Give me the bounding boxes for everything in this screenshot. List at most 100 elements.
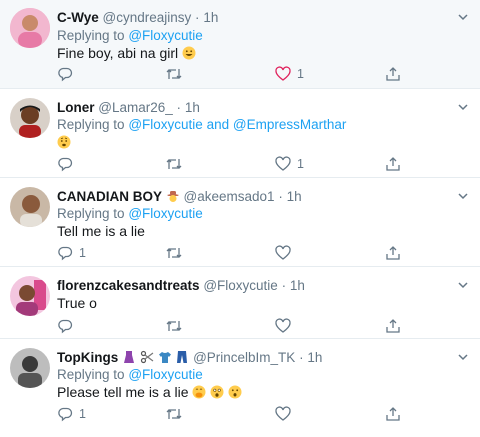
like-button[interactable]: [275, 244, 297, 262]
username[interactable]: @PrincelbIm_TK: [193, 350, 295, 365]
replying-to: Replying to @Floxycutie: [57, 367, 203, 382]
separator-dot: ·: [176, 100, 182, 115]
mention-link[interactable]: @Floxycutie: [128, 206, 202, 221]
jeans-emoji: [177, 351, 188, 363]
timestamp[interactable]: 1h: [287, 189, 302, 204]
retweet-icon: [166, 248, 182, 258]
separator-dot: ·: [281, 278, 287, 293]
tweet-header: C-Wye @cyndreajinsy · 1h: [57, 9, 218, 26]
tweet-item[interactable]: CANADIAN BOY @akeemsado1 · 1h Replying t…: [0, 178, 480, 267]
cowboy-emoji: [166, 191, 179, 202]
like-count: 1: [297, 67, 304, 81]
tweet-text: [57, 134, 71, 150]
scissors-emoji: [140, 350, 154, 364]
username[interactable]: @Floxycutie: [203, 278, 277, 293]
share-icon: [386, 157, 400, 171]
retweet-icon: [166, 69, 182, 79]
username[interactable]: @cyndreajinsy: [103, 10, 192, 25]
chevron-down-icon[interactable]: [456, 189, 470, 203]
tweet-text: Please tell me is a lie: [57, 384, 242, 400]
worried-face-emoji: [57, 135, 71, 149]
share-button[interactable]: [385, 405, 401, 423]
timestamp[interactable]: 1h: [203, 10, 218, 25]
share-button[interactable]: [385, 244, 401, 262]
retweet-button[interactable]: [165, 405, 189, 423]
replying-to-label: Replying to: [57, 28, 125, 43]
reply-button[interactable]: [57, 155, 79, 173]
reply-button[interactable]: 1: [57, 405, 86, 423]
hand-over-mouth-emoji: [192, 385, 206, 399]
like-button[interactable]: [275, 317, 297, 335]
mention-link[interactable]: @EmpressMarthar: [233, 117, 346, 132]
reply-icon: [58, 246, 73, 261]
reply-button[interactable]: 1: [57, 244, 86, 262]
retweet-button[interactable]: [165, 244, 189, 262]
chevron-down-icon[interactable]: [456, 350, 470, 364]
tweet-text: True o: [57, 295, 97, 311]
retweet-icon: [166, 321, 182, 331]
retweet-icon: [166, 159, 182, 169]
timestamp[interactable]: 1h: [290, 278, 305, 293]
astonished-face-emoji: [210, 385, 224, 399]
tweet-item[interactable]: TopKings @PrincelbIm_TK · 1h Replying to…: [0, 339, 480, 437]
like-icon: [275, 318, 291, 333]
like-button[interactable]: [275, 405, 297, 423]
replying-to-label: Replying to: [57, 117, 125, 132]
separator-dot: ·: [299, 350, 304, 365]
reply-count: 1: [79, 246, 86, 260]
tweet-text: Fine boy, abi na girl: [57, 45, 196, 61]
like-count: 1: [297, 157, 304, 171]
mention-link[interactable]: @Floxycutie: [128, 367, 202, 382]
replying-to-label: Replying to: [57, 206, 125, 221]
reply-button[interactable]: [57, 317, 79, 335]
mention-joiner: and: [206, 117, 230, 132]
chevron-down-icon[interactable]: [456, 100, 470, 114]
avatar[interactable]: [10, 276, 50, 316]
share-button[interactable]: [385, 155, 401, 173]
tweet-header: Loner @Lamar26_ · 1h: [57, 99, 200, 116]
replying-to: Replying to @Floxycutie and @EmpressMart…: [57, 117, 346, 132]
avatar[interactable]: [10, 98, 50, 138]
avatar[interactable]: [10, 348, 50, 388]
like-icon: [275, 66, 291, 81]
retweet-button[interactable]: [165, 65, 189, 83]
display-name[interactable]: CANADIAN BOY: [57, 189, 162, 204]
retweet-button[interactable]: [165, 317, 189, 335]
chevron-down-icon[interactable]: [456, 10, 470, 24]
reply-icon: [58, 157, 73, 172]
username[interactable]: @akeemsado1: [184, 189, 275, 204]
avatar[interactable]: [10, 8, 50, 48]
mention-link[interactable]: @Floxycutie: [128, 28, 202, 43]
tweet-header: CANADIAN BOY @akeemsado1 · 1h: [57, 188, 302, 205]
hushed-face-emoji: [228, 385, 242, 399]
tweet-item[interactable]: C-Wye @cyndreajinsy · 1h Replying to @Fl…: [0, 0, 480, 89]
share-button[interactable]: [385, 65, 401, 83]
display-name[interactable]: florenzcakesandtreats: [57, 278, 200, 293]
tweet-header: TopKings @PrincelbIm_TK · 1h: [57, 349, 322, 366]
tweet-item[interactable]: florenzcakesandtreats @Floxycutie · 1h T…: [0, 267, 480, 339]
timestamp[interactable]: 1h: [185, 100, 200, 115]
t-shirt-emoji: [158, 352, 171, 363]
tweet-item[interactable]: Loner @Lamar26_ · 1h Replying to @Floxyc…: [0, 89, 480, 178]
timestamp[interactable]: 1h: [307, 350, 322, 365]
share-button[interactable]: [385, 317, 401, 335]
retweet-icon: [166, 409, 182, 419]
mention-link[interactable]: @Floxycutie: [128, 117, 202, 132]
display-name[interactable]: C-Wye: [57, 10, 99, 25]
username[interactable]: @Lamar26_: [98, 100, 173, 115]
grinning-face-emoji: [182, 46, 196, 60]
reply-icon: [58, 407, 73, 422]
share-icon: [386, 407, 400, 421]
display-name[interactable]: Loner: [57, 100, 95, 115]
avatar[interactable]: [10, 187, 50, 227]
retweet-button[interactable]: [165, 155, 189, 173]
replying-to: Replying to @Floxycutie: [57, 206, 203, 221]
tweet-header: florenzcakesandtreats @Floxycutie · 1h: [57, 277, 305, 294]
chevron-down-icon[interactable]: [456, 278, 470, 292]
like-button[interactable]: 1: [275, 65, 304, 83]
replying-to-label: Replying to: [57, 367, 125, 382]
reply-button[interactable]: [57, 65, 79, 83]
replying-to: Replying to @Floxycutie: [57, 28, 203, 43]
like-button[interactable]: 1: [275, 155, 304, 173]
display-name[interactable]: TopKings: [57, 350, 118, 365]
